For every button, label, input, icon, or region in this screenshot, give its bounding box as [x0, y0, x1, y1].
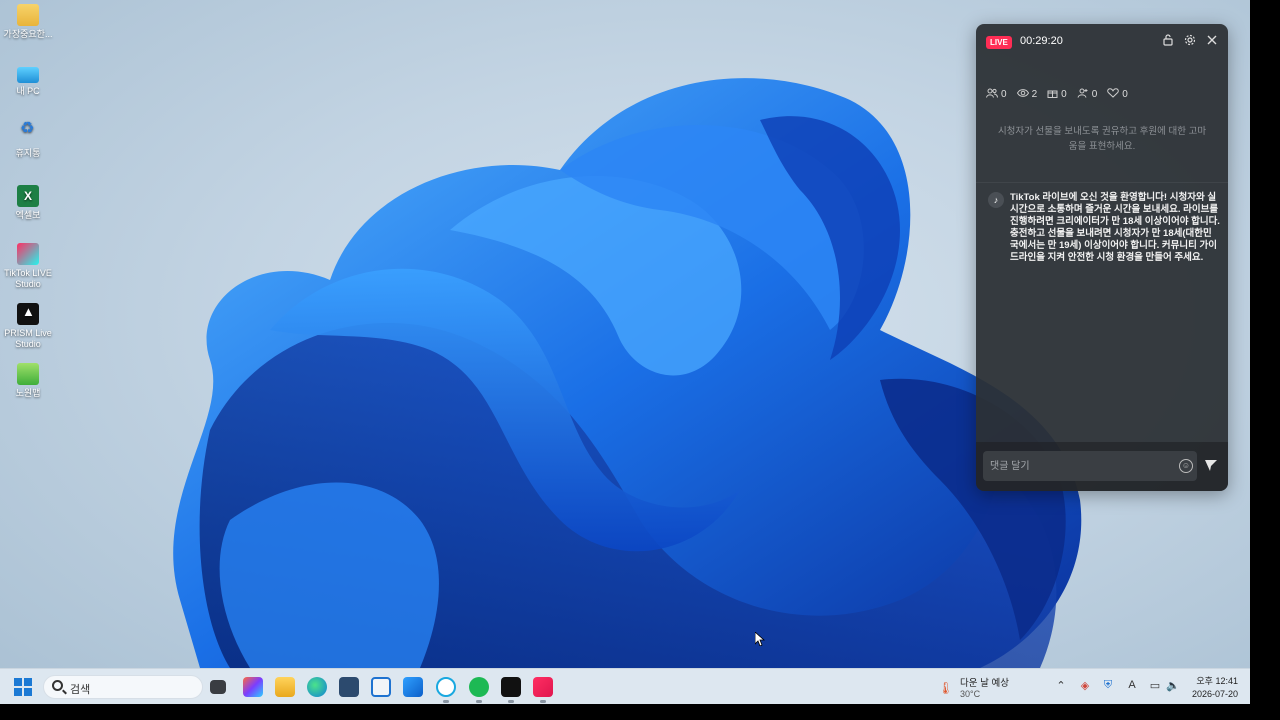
- clock[interactable]: 오후 12:41 2026-07-20: [1188, 675, 1238, 701]
- defender-icon[interactable]: ⛨: [1100, 679, 1116, 692]
- desktop-icon-label: 가장중요한...: [3, 29, 53, 39]
- taskbar: 검색 🌡 다운 날 예상 30°C ⌃ ◈ ⛨ A ▭ 🔈 오후 12:41 2…: [0, 668, 1250, 704]
- chevron-up-icon[interactable]: ⌃: [1053, 679, 1069, 692]
- security-icon[interactable]: ◈: [1077, 679, 1093, 692]
- excel-icon: X: [17, 185, 39, 207]
- skype-icon[interactable]: [436, 677, 456, 697]
- tiktok-icon[interactable]: [533, 677, 553, 697]
- system-message-text: TikTok 라이브에 오신 것을 환영합니다! 시청자와 실시간으로 소통하며…: [1010, 192, 1220, 263]
- running-indicator: [476, 700, 482, 703]
- stat-views: 2: [1016, 88, 1038, 101]
- desktop-icon-label: 휴지통: [15, 148, 41, 158]
- copilot-icon[interactable]: [243, 677, 263, 697]
- tiktok-live-panel: LIVE 00:29:20 0 2 0 0 0 시청자가 선물을 보내도록 권유…: [976, 24, 1228, 491]
- gift-hint-text: 시청자가 선물을 보내도록 권유하고 후원에 대한 고마움을 표현하세요.: [997, 126, 1207, 152]
- weather-temp: 30°C: [960, 689, 981, 699]
- ime-icon[interactable]: A: [1124, 679, 1140, 691]
- desktop-icon-my-pc[interactable]: 내 PC: [0, 64, 56, 97]
- recycle-bin-icon: [17, 123, 39, 145]
- desktop-icon-recycle-bin[interactable]: 휴지통: [0, 123, 56, 159]
- stat-viewers: 0: [986, 88, 1007, 101]
- comment-input[interactable]: [983, 451, 1197, 481]
- running-indicator: [508, 700, 514, 703]
- desktop-icon-label: 노원맵: [15, 388, 41, 398]
- unlock-icon[interactable]: [1161, 34, 1175, 48]
- weather-title: 다운 날 예상: [960, 678, 1009, 689]
- start-button[interactable]: [14, 678, 32, 696]
- file-explorer-icon[interactable]: [275, 677, 295, 697]
- stat-value: 0: [1122, 89, 1128, 100]
- network-icon[interactable]: ▭: [1147, 679, 1163, 692]
- desktop-screen: 가장중요한... 내 PC 휴지통 X 엑셀보 TikTok LIVE Stud…: [0, 0, 1250, 704]
- desktop-icon-label: 엑셀보: [15, 210, 41, 220]
- prism-icon: [17, 303, 39, 325]
- desktop-icon-tiktok-live[interactable]: TikTok LIVE Studio: [0, 243, 56, 290]
- monitor-icon: [17, 67, 39, 83]
- stat-likes: 0: [1107, 88, 1128, 101]
- stat-value: 0: [1091, 89, 1098, 100]
- desktop-icon-prism[interactable]: PRISM Live Studio: [0, 303, 56, 350]
- live-panel-header: LIVE 00:29:20: [976, 24, 1228, 60]
- comment-bar: ☺: [976, 442, 1228, 491]
- notepad-icon[interactable]: [371, 677, 391, 697]
- spotify-icon[interactable]: [469, 677, 489, 697]
- search-icon: [52, 680, 63, 691]
- stat-value: 0: [1001, 89, 1007, 100]
- windows-logo-icon: [14, 678, 22, 686]
- mouse-cursor-icon: [755, 632, 765, 646]
- task-view-icon[interactable]: [210, 680, 226, 694]
- running-indicator: [540, 700, 546, 703]
- desktop-icon-label: PRISM Live Studio: [4, 328, 52, 349]
- folder-icon: [17, 4, 39, 26]
- users-icon: [986, 88, 998, 101]
- live-stats: 0 2 0 0 0: [986, 88, 1128, 101]
- taskbar-search[interactable]: 검색: [43, 675, 203, 699]
- clock-time: 오후 12:41: [1196, 676, 1238, 686]
- edge-icon[interactable]: [307, 677, 327, 697]
- heart-icon: [1107, 88, 1120, 101]
- emoji-icon[interactable]: ☺: [1179, 459, 1193, 473]
- desktop-icon-map[interactable]: 노원맵: [0, 363, 56, 399]
- stat-gifts: 0: [1047, 88, 1067, 101]
- send-icon[interactable]: [1203, 458, 1219, 474]
- divider: [976, 182, 1228, 183]
- stat-value: 2: [1031, 89, 1038, 100]
- desktop-icon-label: 내 PC: [16, 86, 40, 96]
- gear-icon[interactable]: [1183, 34, 1197, 48]
- desktop-icon-excel[interactable]: X 엑셀보: [0, 185, 56, 221]
- eye-icon: [1016, 88, 1029, 101]
- stat-value: 0: [1061, 89, 1067, 100]
- close-icon[interactable]: [1205, 34, 1219, 48]
- tiktok-icon: ♪: [988, 192, 1004, 208]
- clock-date: 2026-07-20: [1191, 689, 1238, 699]
- thermometer-icon: 🌡: [938, 681, 954, 695]
- desktop-icon-label: TikTok LIVE Studio: [4, 268, 52, 289]
- desktop-icon-folder[interactable]: 가장중요한...: [0, 4, 56, 40]
- tiktok-icon: [17, 243, 39, 265]
- volume-icon[interactable]: 🔈: [1165, 679, 1181, 692]
- search-label: 검색: [70, 684, 91, 696]
- map-icon: [17, 363, 39, 385]
- live-badge: LIVE: [986, 36, 1012, 49]
- gift-icon: [1047, 88, 1058, 101]
- live-timer: 00:29:20: [1020, 35, 1063, 47]
- follower-icon: [1077, 88, 1089, 101]
- prism-icon[interactable]: [501, 677, 521, 697]
- store-icon[interactable]: [339, 677, 359, 697]
- stat-followers: 0: [1077, 88, 1098, 101]
- running-indicator: [443, 700, 449, 703]
- outlook-icon[interactable]: [403, 677, 423, 697]
